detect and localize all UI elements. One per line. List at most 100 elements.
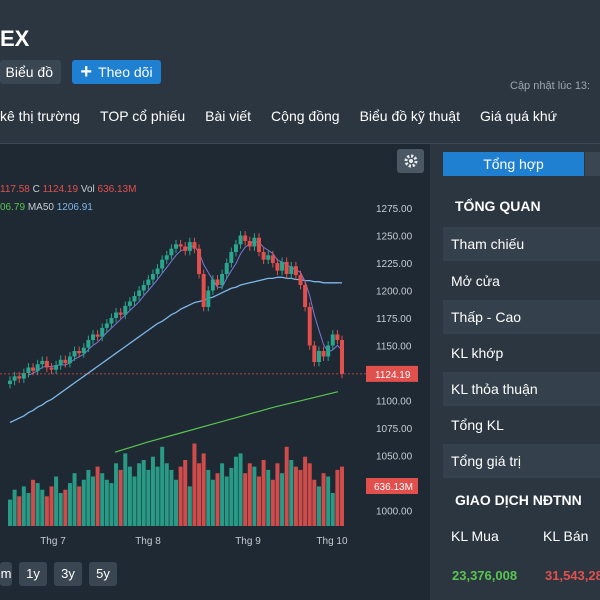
volume-bar <box>40 489 45 526</box>
candle-body <box>67 356 72 364</box>
buy-volume-value: 23,376,008 <box>452 568 518 583</box>
nav-item-market-stats[interactable]: kê thị trường <box>0 108 80 130</box>
candle-body <box>330 334 335 346</box>
price-tick-label: 1200.00 <box>376 287 413 298</box>
nav-item-history[interactable]: Giá quá khứ <box>480 108 557 130</box>
candle-body <box>326 345 331 357</box>
candle-body <box>17 376 22 379</box>
candle-body <box>160 259 165 269</box>
candle-body <box>210 279 215 291</box>
volume-bar <box>58 493 63 526</box>
volume-bar <box>174 479 178 526</box>
volume-bar <box>26 493 31 526</box>
volume-bar <box>298 469 303 526</box>
tab-summary[interactable]: Tổng hợp <box>443 152 584 176</box>
candle-body <box>270 255 275 263</box>
volume-bar <box>49 486 54 526</box>
candle-body <box>293 266 298 276</box>
volume-bar <box>54 476 59 526</box>
volume-bar <box>160 446 165 526</box>
price-tick-label: 1100.00 <box>376 397 412 408</box>
candle-body <box>206 290 211 307</box>
ma-long-line <box>114 391 339 453</box>
candle-body <box>340 340 344 374</box>
candle-body <box>137 290 142 296</box>
volume-bar <box>72 473 77 526</box>
candle-body <box>127 301 132 306</box>
volume-bar <box>233 456 238 526</box>
nav-item-technical-chart[interactable]: Biểu đồ kỹ thuật <box>360 108 460 130</box>
candle-body <box>104 323 109 328</box>
range-buttons: m 1y 3y 5y <box>0 562 117 586</box>
volume-bar <box>229 467 234 526</box>
range-button-m[interactable]: m <box>0 562 12 586</box>
candle-body <box>146 279 151 285</box>
overview-title: TỔNG QUAN <box>455 198 541 214</box>
volume-bar <box>132 476 137 526</box>
volume-bar <box>280 473 285 526</box>
tab-next[interactable] <box>585 152 600 176</box>
nav-item-top-stocks[interactable]: TOP cổ phiếu <box>100 108 185 130</box>
candle-body <box>252 237 257 247</box>
nav-item-community[interactable]: Cộng đồng <box>271 108 340 130</box>
candle-body <box>44 360 49 368</box>
follow-button[interactable]: + Theo dõi <box>72 60 161 84</box>
row-total-volume: Tổng KL <box>451 417 504 433</box>
follow-label: Theo dõi <box>98 64 153 80</box>
volume-bar <box>266 469 271 526</box>
volume-bar <box>63 489 68 526</box>
volume-bar <box>95 466 100 526</box>
volume-bar <box>35 483 40 526</box>
candle-body <box>238 235 243 245</box>
candle-body <box>58 359 63 366</box>
candle-body <box>178 244 183 247</box>
price-chart[interactable]: 1275.00 1250.00 1225.00 1200.00 1175.00 1150.… <box>0 190 430 600</box>
volume-bar <box>100 473 105 526</box>
price-tick-label: 1275.00 <box>376 204 413 215</box>
volume-bar <box>169 469 174 526</box>
candle-body <box>187 242 192 251</box>
candle-body <box>91 334 95 340</box>
candle-body <box>247 241 252 247</box>
buy-volume-label: KL Mua <box>451 528 499 544</box>
range-button-3y[interactable]: 3y <box>54 562 82 586</box>
volume-bar <box>220 463 225 526</box>
candle-body <box>31 367 36 371</box>
volume-bar <box>150 456 155 526</box>
candle-body <box>257 237 261 252</box>
volume-bar <box>178 466 183 526</box>
candle-body <box>155 268 160 274</box>
candle-body <box>275 263 280 271</box>
month-label: Thg 9 <box>235 536 261 547</box>
volume-bar <box>247 463 252 526</box>
candle-body <box>335 334 340 340</box>
candle-body <box>303 285 308 307</box>
volume-bar <box>257 476 261 526</box>
month-label: Thg 7 <box>40 536 66 547</box>
price-tick-label: 1075.00 <box>376 424 413 435</box>
candle-body <box>100 327 105 337</box>
range-button-5y[interactable]: 5y <box>89 562 117 586</box>
month-label: Thg 10 <box>316 536 348 547</box>
volume-bar <box>123 453 128 526</box>
candle-body <box>132 296 137 302</box>
price-tick-label: 1000.00 <box>376 507 413 518</box>
volume-bar <box>67 483 72 526</box>
volume-bar <box>17 496 22 526</box>
row-total-value: Tổng giá trị <box>443 444 600 478</box>
candle-body <box>307 307 312 346</box>
volume-bar <box>293 466 298 526</box>
volume-bar <box>270 479 275 526</box>
nav-item-articles[interactable]: Bài viết <box>205 108 251 130</box>
volume-bar <box>197 463 202 526</box>
row-negotiated-volume: KL thỏa thuận <box>443 372 600 406</box>
candle-body <box>118 312 123 315</box>
chart-settings-button[interactable] <box>397 149 424 173</box>
chart-button[interactable]: Biểu đồ <box>0 60 61 84</box>
range-button-1y[interactable]: 1y <box>19 562 47 586</box>
volume-bar <box>192 443 197 526</box>
candle-body <box>72 351 77 357</box>
volume-bar <box>252 466 257 526</box>
volume-bar <box>21 486 26 526</box>
candle-body <box>77 351 82 354</box>
